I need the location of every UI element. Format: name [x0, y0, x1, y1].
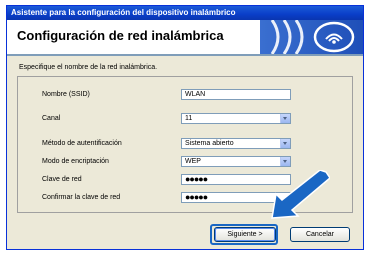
- page-title: Configuración de red inalámbrica: [17, 28, 224, 43]
- channel-select[interactable]: 11: [181, 113, 291, 124]
- encryption-mode-label: Modo de encriptación: [42, 158, 109, 165]
- chevron-down-icon[interactable]: [280, 157, 290, 166]
- network-key-label: Clave de red: [42, 176, 82, 183]
- confirm-key-label: Confirmar la clave de red: [42, 194, 121, 201]
- window-titlebar: Asistente para la configuración del disp…: [7, 6, 363, 20]
- auth-method-value: Sistema abierto: [185, 140, 234, 147]
- auth-method-label: Método de autentificación: [42, 140, 122, 147]
- ssid-label: Nombre (SSID): [42, 91, 90, 98]
- encryption-mode-value: WEP: [185, 158, 201, 165]
- chevron-down-icon[interactable]: [280, 114, 290, 123]
- channel-value: 11: [185, 115, 193, 122]
- channel-label: Canal: [42, 115, 61, 122]
- intro-text: Especifique el nombre de la red inalámbr…: [19, 64, 158, 71]
- encryption-mode-select[interactable]: WEP: [181, 156, 291, 167]
- next-button[interactable]: Siguiente >: [214, 227, 276, 242]
- pointer-arrow-icon: [271, 170, 330, 219]
- ssid-input[interactable]: WLAN: [181, 89, 291, 100]
- cancel-button[interactable]: Cancelar: [290, 227, 350, 242]
- header-banner: Configuración de red inalámbrica: [7, 19, 363, 55]
- chevron-down-icon[interactable]: [280, 139, 290, 148]
- wireless-signal-icon: [260, 19, 363, 55]
- auth-method-select[interactable]: Sistema abierto: [181, 138, 291, 149]
- header-divider: [7, 54, 363, 56]
